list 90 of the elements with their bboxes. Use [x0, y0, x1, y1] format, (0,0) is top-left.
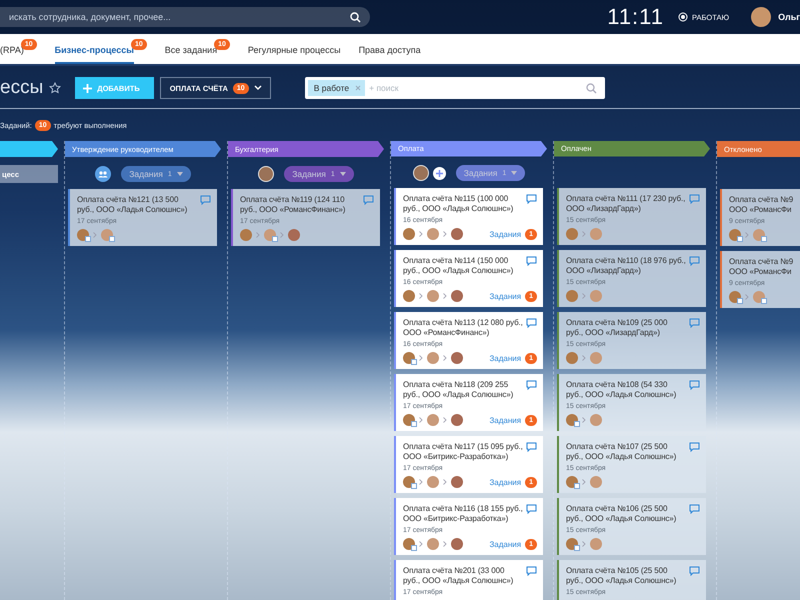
- comment-icon[interactable]: [200, 195, 211, 205]
- tasks-link[interactable]: Задания: [489, 416, 522, 424]
- comment-icon[interactable]: [526, 194, 537, 204]
- filter-field[interactable]: В работе + поиск: [304, 77, 605, 99]
- tab[interactable]: Регулярные процессы: [248, 34, 341, 64]
- avatar[interactable]: [258, 166, 274, 182]
- comment-icon[interactable]: [689, 256, 700, 266]
- tab[interactable]: Права доступа: [358, 34, 421, 64]
- avatar[interactable]: [451, 476, 463, 488]
- chevron-icon: [443, 355, 447, 361]
- caret-icon: [340, 172, 346, 176]
- chevron-icon: [256, 232, 260, 238]
- chevron-icon: [93, 232, 97, 238]
- chevron-icon: [582, 293, 586, 299]
- chevron-icon: [419, 417, 423, 423]
- comment-icon[interactable]: [526, 318, 537, 328]
- caret-icon: [511, 171, 518, 176]
- clock: 11:11: [607, 4, 664, 30]
- avatar[interactable]: [451, 290, 463, 302]
- chevron-icon: [582, 541, 586, 547]
- avatar[interactable]: [451, 538, 463, 550]
- card-title[interactable]: Оплата счёта №116 (18 155 руб., ООО «Битрикс-Разработка»): [403, 504, 523, 524]
- avatar[interactable]: [412, 165, 429, 182]
- card-title[interactable]: Оплата счёта №119 (124 110 руб., ООО «РомансФинанс»): [240, 195, 360, 215]
- caret-icon: [176, 172, 183, 176]
- star-icon[interactable]: [49, 82, 62, 94]
- chevron-icon: [419, 355, 423, 361]
- comment-icon[interactable]: [526, 566, 537, 576]
- chevron-icon: [745, 294, 749, 300]
- card-title[interactable]: Оплата счёта №117 (15 095 руб., ООО «Битрикс-Разработка»): [403, 442, 523, 462]
- tasks-link[interactable]: Задания: [489, 540, 522, 548]
- chevron-icon: [745, 232, 749, 238]
- card-title[interactable]: Оплата счёта №115 (100 000 руб., ООО «Ладья Солюшнс»): [403, 194, 523, 214]
- card-title[interactable]: Оплата счёта №201 (33 000 руб., ООО «Ладья Солюшнс»): [403, 566, 523, 586]
- chevron-icon: [419, 293, 423, 299]
- comment-icon[interactable]: [689, 504, 700, 514]
- caret-icon: [254, 85, 262, 91]
- chevron-icon: [582, 417, 586, 423]
- comment-icon[interactable]: [526, 256, 537, 266]
- comment-icon[interactable]: [689, 566, 700, 576]
- tasks-link[interactable]: Задания: [489, 292, 522, 300]
- card-title[interactable]: Оплата счёта №9 ООО «РомансФи: [729, 257, 794, 277]
- chevron-icon: [443, 417, 447, 423]
- chevron-icon: [582, 479, 586, 485]
- avatar[interactable]: [451, 414, 463, 426]
- comment-icon[interactable]: [689, 380, 700, 390]
- comment-icon[interactable]: [526, 380, 537, 390]
- filter-chip[interactable]: В работе: [308, 80, 366, 96]
- chevron-icon: [419, 231, 423, 237]
- comment-icon[interactable]: [526, 442, 537, 452]
- card-title[interactable]: Оплата счёта №113 (12 080 руб., ООО «РомансФинанс»): [403, 318, 523, 338]
- user-avatar[interactable]: [751, 7, 772, 27]
- avatar[interactable]: [451, 352, 463, 364]
- search-icon[interactable]: [350, 12, 361, 23]
- avatar[interactable]: [451, 228, 463, 240]
- chevron-icon: [280, 232, 284, 238]
- card-title[interactable]: Оплата счёта №118 (209 255 руб., ООО «Ладья Солюшнс»): [403, 380, 523, 400]
- chevron-icon: [443, 541, 447, 547]
- tasks-link[interactable]: Задания: [489, 354, 522, 362]
- status-icon[interactable]: [678, 12, 688, 22]
- chevron-icon: [582, 355, 586, 361]
- plus-icon: [83, 84, 92, 92]
- chevron-icon: [419, 479, 423, 485]
- chevron-icon: [443, 293, 447, 299]
- tasks-link[interactable]: Задания: [489, 478, 522, 486]
- card-title[interactable]: Оплата счёта №121 (13 500 руб., ООО «Ладья Солюшнс»): [77, 195, 197, 215]
- user-name[interactable]: Ольг: [778, 12, 800, 22]
- comment-icon[interactable]: [689, 318, 700, 328]
- tasks-link[interactable]: Задания: [489, 230, 522, 238]
- comment-icon[interactable]: [689, 194, 700, 204]
- comment-icon[interactable]: [689, 442, 700, 452]
- card-title[interactable]: Оплата счёта №105 (25 500 руб., ООО «Ладья Солюшнс»): [566, 566, 686, 586]
- card-title[interactable]: Оплата счёта №110 (18 976 руб., ООО «ЛизардГард»): [566, 256, 686, 276]
- comment-icon[interactable]: [363, 195, 374, 205]
- card-title[interactable]: Оплата счёта №108 (54 330 руб., ООО «Ладья Солюшнс»): [566, 380, 686, 400]
- chevron-icon: [443, 231, 447, 237]
- page-title: ессы: [0, 77, 44, 99]
- chevron-icon: [443, 479, 447, 485]
- chevron-icon: [582, 231, 586, 237]
- comment-icon[interactable]: [526, 504, 537, 514]
- card-title[interactable]: Оплата счёта №9 ООО «РомансФи: [729, 195, 794, 215]
- card-title[interactable]: Оплата счёта №111 (17 230 руб., ООО «ЛизардГард»): [566, 194, 686, 214]
- chevron-icon: [419, 541, 423, 547]
- card-title[interactable]: Оплата счёта №109 (25 000 руб., ООО «ЛизардГард»): [566, 318, 686, 338]
- stage-header[interactable]: [0, 141, 58, 157]
- group-icon[interactable]: [95, 166, 112, 182]
- card-title[interactable]: Оплата счёта №106 (25 500 руб., ООО «Ладья Солюшнс»): [566, 504, 686, 524]
- card-title[interactable]: Оплата счёта №107 (25 500 руб., ООО «Ладья Солюшнс»): [566, 442, 686, 462]
- card-title[interactable]: Оплата счёта №114 (150 000 руб., ООО «Ладья Солюшнс»): [403, 256, 523, 276]
- plus-icon[interactable]: [432, 166, 446, 180]
